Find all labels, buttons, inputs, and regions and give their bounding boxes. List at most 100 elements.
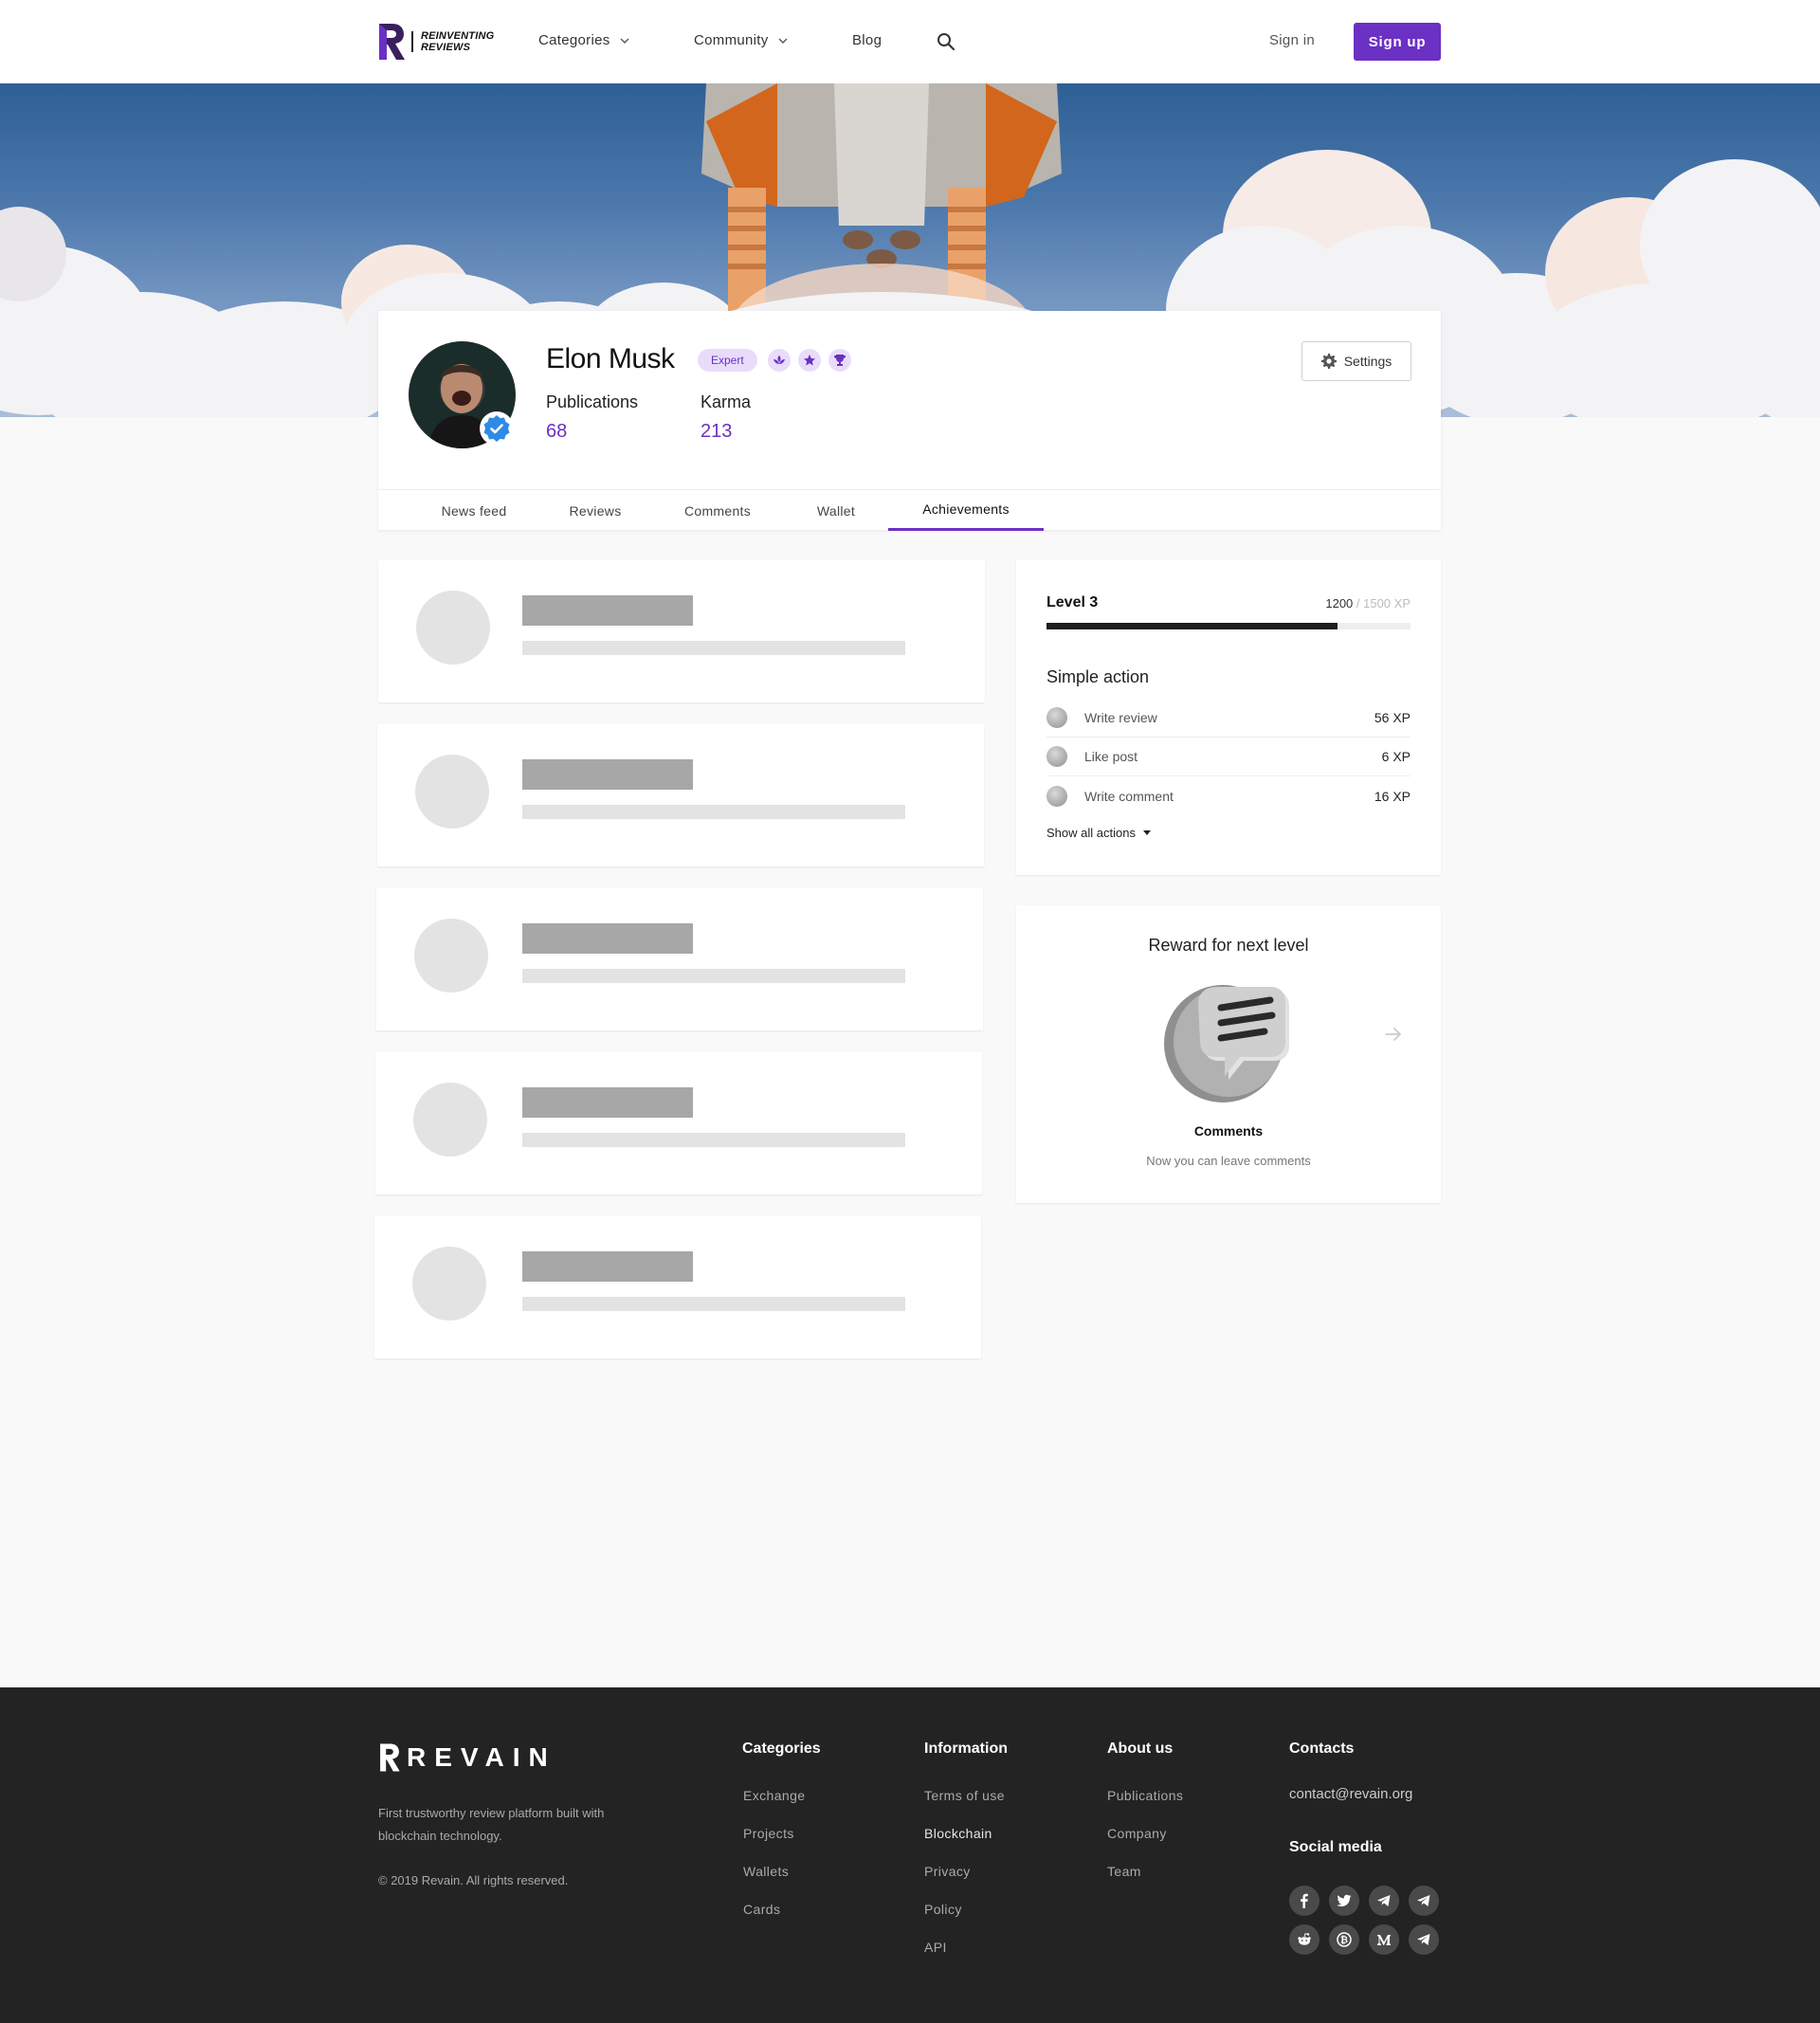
caret-down-icon: [1142, 830, 1151, 835]
xp-progress-fill: [1046, 623, 1338, 629]
loading-placeholder-card: [376, 888, 983, 1030]
comment-coin-icon: [1046, 785, 1067, 807]
nav-community[interactable]: Community: [694, 32, 788, 48]
top-navigation: REINVENTING REVIEWS Categories Community…: [0, 0, 1820, 83]
action-row: Write review 56 XP: [1046, 699, 1410, 738]
footer-link-api[interactable]: API: [924, 1940, 947, 1955]
logo-separator: [411, 31, 413, 52]
tab-achievements[interactable]: Achievements: [888, 490, 1044, 531]
karma-count: 213: [701, 421, 733, 442]
xp-current: 1200: [1325, 596, 1354, 611]
profile-tabs: News feed Reviews Comments Wallet Achiev…: [378, 489, 1441, 531]
tab-wallet[interactable]: Wallet: [784, 490, 888, 531]
placeholder-text: [522, 1297, 905, 1311]
placeholder-text: [522, 1133, 905, 1147]
footer-logo[interactable]: REVAIN: [378, 1742, 556, 1773]
footer-link-cards[interactable]: Cards: [743, 1902, 780, 1917]
footer-categories-title: Categories: [742, 1741, 821, 1757]
footer-copyright: © 2019 Revain. All rights reserved.: [378, 1873, 569, 1887]
action-label: Like post: [1084, 749, 1138, 764]
reddit-icon[interactable]: [1289, 1924, 1320, 1955]
like-coin-icon: [1046, 746, 1067, 767]
footer-brand: REVAIN: [407, 1742, 556, 1772]
footer-link-exchange[interactable]: Exchange: [743, 1788, 805, 1803]
nav-community-label: Community: [694, 32, 769, 48]
loading-placeholder-card: [375, 1052, 982, 1194]
reward-title: Reward for next level: [1148, 936, 1309, 955]
footer-link-blockchain[interactable]: Blockchain: [924, 1826, 992, 1841]
simple-action-title: Simple action: [1046, 667, 1150, 686]
action-xp: 6 XP: [1381, 749, 1410, 764]
footer-link-wallets[interactable]: Wallets: [743, 1864, 789, 1879]
footer-information-title: Information: [924, 1741, 1008, 1757]
telegram-icon[interactable]: [1369, 1886, 1399, 1916]
footer-logo-mark-icon: [380, 1743, 400, 1772]
profile-card: Elon Musk Expert Publications 68 Karma 2…: [378, 311, 1441, 531]
lotus-medal-icon: [768, 349, 791, 372]
tab-news-feed[interactable]: News feed: [409, 490, 539, 531]
trophy-medal-icon: [828, 349, 851, 372]
placeholder-title: [522, 1087, 693, 1118]
profile-name: Elon Musk: [546, 343, 675, 374]
footer-link-team[interactable]: Team: [1107, 1864, 1141, 1879]
settings-button[interactable]: Settings: [1301, 341, 1411, 381]
logo-tagline: REINVENTING REVIEWS: [421, 30, 494, 53]
placeholder-text: [522, 641, 905, 655]
footer-link-publications[interactable]: Publications: [1107, 1788, 1183, 1803]
contact-email-link[interactable]: contact@revain.org: [1289, 1786, 1412, 1802]
footer-link-privacy[interactable]: Privacy: [924, 1864, 971, 1879]
action-xp: 56 XP: [1374, 710, 1410, 725]
placeholder-avatar: [413, 1083, 487, 1157]
logo-tagline-line1: REINVENTING: [421, 30, 495, 42]
gear-icon: [1320, 354, 1337, 369]
telegram-icon[interactable]: [1409, 1886, 1439, 1916]
level-panel: Level 3 1200 / 1500 XP Simple action Wri…: [1016, 560, 1441, 875]
placeholder-title: [522, 595, 693, 626]
xp-counter: 1200 / 1500 XP: [1325, 596, 1410, 611]
nav-categories-label: Categories: [538, 32, 610, 48]
star-medal-icon: [798, 349, 821, 372]
social-media-title: Social media: [1289, 1839, 1382, 1855]
sign-up-button[interactable]: Sign up: [1354, 23, 1441, 61]
show-all-actions-label: Show all actions: [1046, 826, 1136, 840]
publications-count[interactable]: 68: [546, 421, 567, 443]
footer-link-terms[interactable]: Terms of use: [924, 1788, 1005, 1803]
footer-link-projects[interactable]: Projects: [743, 1826, 794, 1841]
facebook-icon[interactable]: [1289, 1886, 1320, 1916]
reward-name: Comments: [1193, 1123, 1264, 1139]
footer-about-title: About us: [1107, 1741, 1174, 1757]
placeholder-avatar: [414, 919, 488, 993]
action-label: Write comment: [1084, 788, 1174, 804]
bitcoin-icon[interactable]: ₿: [1329, 1924, 1359, 1955]
xp-max: / 1500 XP: [1353, 596, 1410, 611]
footer-link-policy[interactable]: Policy: [924, 1902, 962, 1917]
show-all-actions-toggle[interactable]: Show all actions: [1046, 826, 1151, 840]
settings-label: Settings: [1343, 354, 1392, 369]
comments-reward-icon: [1164, 985, 1289, 1103]
footer-link-company[interactable]: Company: [1107, 1826, 1167, 1841]
action-label: Write review: [1084, 710, 1157, 725]
nav-categories[interactable]: Categories: [538, 32, 629, 48]
placeholder-title: [522, 1251, 693, 1282]
placeholder-text: [522, 805, 905, 819]
medium-icon[interactable]: [1369, 1924, 1399, 1955]
nav-blog-label: Blog: [852, 32, 883, 48]
twitter-icon[interactable]: [1329, 1886, 1359, 1916]
search-icon[interactable]: [937, 32, 956, 51]
verified-badge-icon: [480, 411, 514, 446]
expert-badge: Expert: [698, 349, 757, 372]
tab-reviews[interactable]: Reviews: [539, 490, 651, 531]
arrow-right-icon[interactable]: [1384, 1027, 1403, 1042]
placeholder-title: [522, 759, 693, 790]
publications-label: Publications: [546, 392, 639, 411]
action-xp: 16 XP: [1374, 788, 1410, 804]
svg-text:₿: ₿: [1340, 1935, 1348, 1946]
tab-comments[interactable]: Comments: [651, 490, 784, 531]
logo[interactable]: REINVENTING REVIEWS: [377, 21, 494, 63]
placeholder-avatar: [416, 591, 490, 665]
karma-label: Karma: [701, 392, 752, 411]
telegram-icon[interactable]: [1409, 1924, 1439, 1955]
sign-in-link[interactable]: Sign in: [1269, 32, 1315, 48]
logo-mark-icon: [379, 24, 405, 60]
nav-blog[interactable]: Blog: [852, 32, 882, 48]
